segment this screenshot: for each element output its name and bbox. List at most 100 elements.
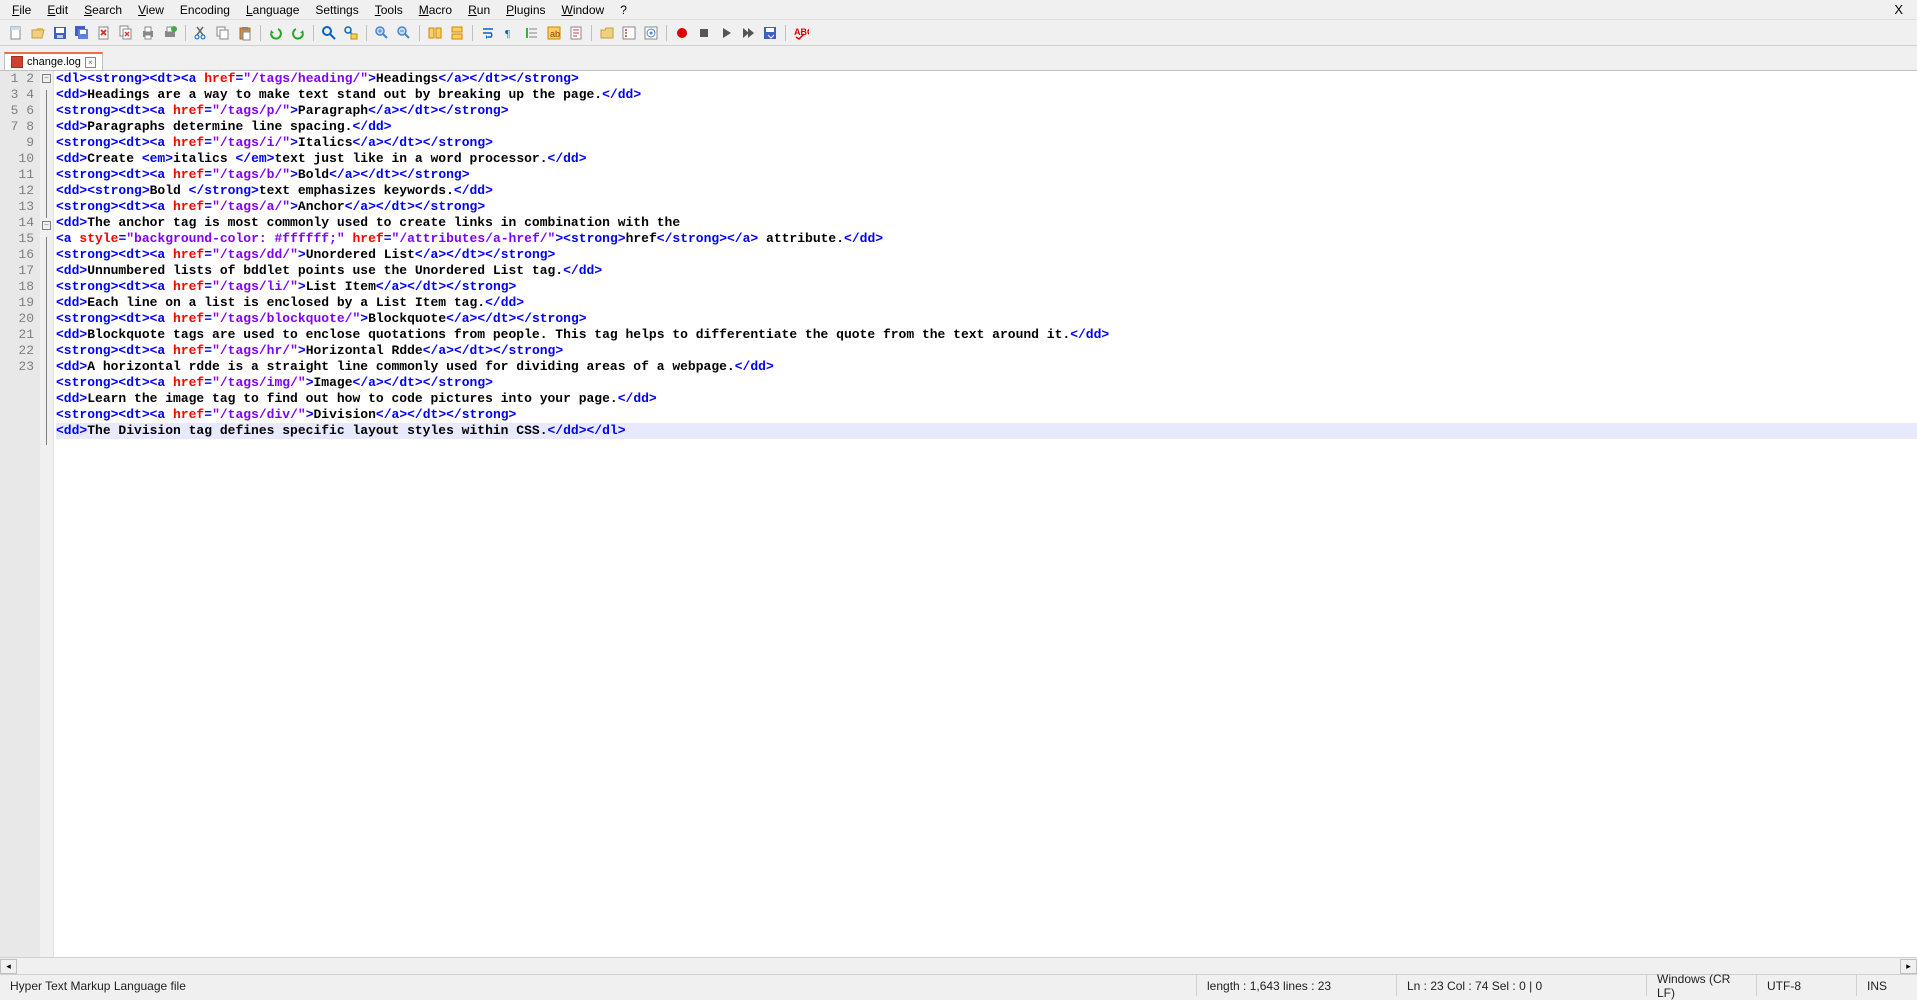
editor[interactable]: 1 2 3 4 5 6 7 8 9 10 11 12 13 14 15 16 1… bbox=[0, 70, 1917, 957]
indent-guide-icon[interactable] bbox=[522, 23, 542, 43]
save-icon[interactable] bbox=[50, 23, 70, 43]
close-all-icon[interactable] bbox=[116, 23, 136, 43]
code-line[interactable]: <a style="background-color: #ffffff;" hr… bbox=[56, 231, 1917, 247]
tab-close-icon[interactable]: × bbox=[85, 57, 96, 68]
fold-line bbox=[46, 301, 47, 317]
code-line[interactable]: <dd>Learn the image tag to find out how … bbox=[56, 391, 1917, 407]
fold-line bbox=[46, 381, 47, 397]
code-line[interactable]: <strong><dt><a href="/tags/div/">Divisio… bbox=[56, 407, 1917, 423]
new-icon[interactable] bbox=[6, 23, 26, 43]
menu-edit[interactable]: Edit bbox=[39, 1, 76, 19]
save-macro-icon[interactable] bbox=[760, 23, 780, 43]
spellcheck-icon[interactable]: ABC bbox=[791, 23, 811, 43]
menu-encoding[interactable]: Encoding bbox=[172, 1, 238, 19]
code-line[interactable]: <dd>The anchor tag is most commonly used… bbox=[56, 215, 1917, 231]
window-close-button[interactable]: X bbox=[1884, 0, 1913, 19]
menu-bar: File Edit Search View Encoding Language … bbox=[0, 0, 1917, 20]
menu-language[interactable]: Language bbox=[238, 1, 307, 19]
save-all-icon[interactable] bbox=[72, 23, 92, 43]
play-icon[interactable] bbox=[716, 23, 736, 43]
stop-icon[interactable] bbox=[694, 23, 714, 43]
fold-toggle-icon[interactable]: − bbox=[42, 221, 51, 230]
code-line[interactable]: <strong><dt><a href="/tags/b/">Bold</a><… bbox=[56, 167, 1917, 183]
zoom-in-icon[interactable] bbox=[372, 23, 392, 43]
code-area[interactable]: <dl><strong><dt><a href="/tags/heading/"… bbox=[54, 71, 1917, 957]
cut-icon[interactable] bbox=[191, 23, 211, 43]
doc-list-icon[interactable] bbox=[619, 23, 639, 43]
zoom-out-icon[interactable] bbox=[394, 23, 414, 43]
menu-macro[interactable]: Macro bbox=[411, 1, 460, 19]
folder-icon[interactable] bbox=[597, 23, 617, 43]
status-encoding: UTF-8 bbox=[1757, 975, 1857, 996]
menu-view[interactable]: View bbox=[130, 1, 172, 19]
find-icon[interactable] bbox=[319, 23, 339, 43]
play-multi-icon[interactable] bbox=[738, 23, 758, 43]
fold-toggle-icon[interactable]: − bbox=[42, 74, 51, 83]
horizontal-scrollbar[interactable]: ◂ ▸ bbox=[0, 957, 1917, 974]
code-line[interactable]: <strong><dt><a href="/tags/li/">List Ite… bbox=[56, 279, 1917, 295]
fold-line bbox=[46, 413, 47, 429]
open-icon[interactable] bbox=[28, 23, 48, 43]
code-line[interactable]: <dd>Blockquote tags are used to enclose … bbox=[56, 327, 1917, 343]
code-line[interactable]: <strong><dt><a href="/tags/img/">Image</… bbox=[56, 375, 1917, 391]
scroll-right-icon[interactable]: ▸ bbox=[1900, 959, 1917, 974]
redo-icon[interactable] bbox=[288, 23, 308, 43]
code-line[interactable]: <strong><dt><a href="/tags/blockquote/">… bbox=[56, 311, 1917, 327]
fold-line bbox=[46, 106, 47, 122]
code-line[interactable]: <strong><dt><a href="/tags/p/">Paragraph… bbox=[56, 103, 1917, 119]
tab-change-log[interactable]: change.log × bbox=[4, 52, 103, 70]
close-icon[interactable] bbox=[94, 23, 114, 43]
menu-file[interactable]: File bbox=[4, 1, 39, 19]
tab-label: change.log bbox=[27, 56, 81, 68]
fold-line bbox=[46, 349, 47, 365]
svg-text:ab: ab bbox=[550, 29, 560, 39]
fold-line bbox=[46, 90, 47, 106]
scroll-left-icon[interactable]: ◂ bbox=[0, 959, 17, 974]
menu-window[interactable]: Window bbox=[554, 1, 613, 19]
menu-settings[interactable]: Settings bbox=[307, 1, 366, 19]
code-line[interactable]: <dd>Create <em>italics </em>text just li… bbox=[56, 151, 1917, 167]
menu-plugins[interactable]: Plugins bbox=[498, 1, 553, 19]
undo-icon[interactable] bbox=[266, 23, 286, 43]
fold-line bbox=[46, 138, 47, 154]
code-line[interactable]: <strong><dt><a href="/tags/dd/">Unordere… bbox=[56, 247, 1917, 263]
code-line[interactable]: <strong><dt><a href="/tags/a/">Anchor</a… bbox=[56, 199, 1917, 215]
print-now-icon[interactable] bbox=[160, 23, 180, 43]
lang-icon[interactable]: ab bbox=[544, 23, 564, 43]
record-icon[interactable] bbox=[672, 23, 692, 43]
status-filetype: Hyper Text Markup Language file bbox=[0, 975, 1197, 996]
function-list-icon[interactable] bbox=[641, 23, 661, 43]
code-line[interactable]: <strong><dt><a href="/tags/hr/">Horizont… bbox=[56, 343, 1917, 359]
status-position: Ln : 23 Col : 74 Sel : 0 | 0 bbox=[1397, 975, 1647, 996]
code-line[interactable]: <dl><strong><dt><a href="/tags/heading/"… bbox=[56, 71, 1917, 87]
fold-line bbox=[46, 170, 47, 186]
code-line[interactable]: <dd>Headings are a way to make text stan… bbox=[56, 87, 1917, 103]
copy-icon[interactable] bbox=[213, 23, 233, 43]
menu-search[interactable]: Search bbox=[76, 1, 130, 19]
code-line[interactable]: <dd>A horizontal rdde is a straight line… bbox=[56, 359, 1917, 375]
paste-icon[interactable] bbox=[235, 23, 255, 43]
replace-icon[interactable] bbox=[341, 23, 361, 43]
code-line[interactable]: <strong><dt><a href="/tags/i/">Italics</… bbox=[56, 135, 1917, 151]
code-line[interactable]: <dd>Unnumbered lists of bddlet points us… bbox=[56, 263, 1917, 279]
sync-h-icon[interactable] bbox=[447, 23, 467, 43]
code-line[interactable]: <dd>The Division tag defines specific la… bbox=[56, 423, 1917, 439]
doc-map-icon[interactable] bbox=[566, 23, 586, 43]
fold-line bbox=[46, 237, 47, 253]
toolbar: ¶ ab ABC bbox=[0, 20, 1917, 46]
svg-text:¶: ¶ bbox=[505, 28, 510, 40]
fold-line bbox=[46, 186, 47, 202]
menu-run[interactable]: Run bbox=[460, 1, 498, 19]
print-icon[interactable] bbox=[138, 23, 158, 43]
fold-margin[interactable]: −− bbox=[40, 71, 54, 957]
wordwrap-icon[interactable] bbox=[478, 23, 498, 43]
code-line[interactable]: <dd>Paragraphs determine line spacing.</… bbox=[56, 119, 1917, 135]
sync-v-icon[interactable] bbox=[425, 23, 445, 43]
fold-line bbox=[46, 122, 47, 138]
code-line[interactable]: <dd><strong>Bold </strong>text emphasize… bbox=[56, 183, 1917, 199]
menu-help[interactable]: ? bbox=[612, 1, 635, 19]
menu-tools[interactable]: Tools bbox=[367, 1, 411, 19]
code-line[interactable]: <dd>Each line on a list is enclosed by a… bbox=[56, 295, 1917, 311]
scroll-track[interactable] bbox=[17, 959, 1900, 974]
all-chars-icon[interactable]: ¶ bbox=[500, 23, 520, 43]
